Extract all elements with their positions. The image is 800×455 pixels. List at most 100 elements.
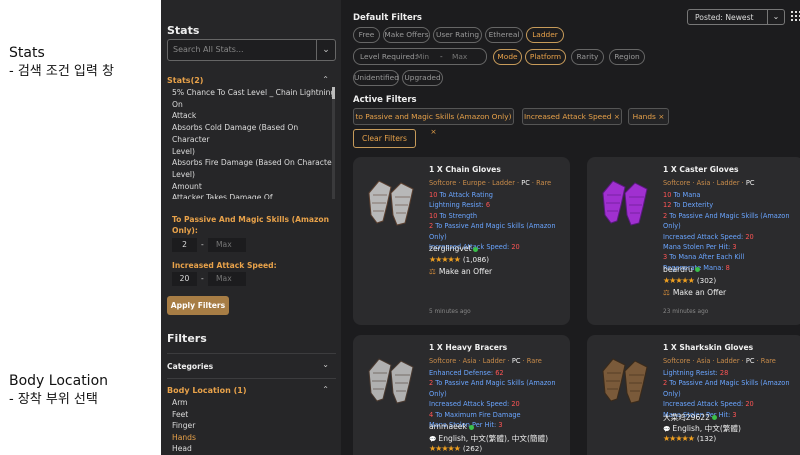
rating-count: (132) — [696, 433, 717, 443]
seller-name[interactable]: beardru — [663, 265, 700, 274]
seller-label[interactable]: 大菜鸡29622 — [663, 413, 710, 422]
scrollbar-thumb[interactable] — [332, 87, 335, 99]
make-offer-button[interactable]: ⚖ Make an Offer — [429, 267, 492, 276]
stat-option[interactable]: Attack — [172, 110, 336, 122]
stat-mod: Lightning Resist: 6 — [429, 200, 570, 210]
listing-card[interactable]: 1 X Chain Gloves Softcore · Europe · Ladd… — [353, 157, 570, 325]
chevron-up-icon[interactable]: ⌃ — [322, 385, 329, 394]
stat-option[interactable]: Level) — [172, 169, 336, 181]
mod-text: To Maximum Fire Damage — [433, 410, 521, 419]
stat-mod: 10 To Mana — [663, 190, 800, 200]
body-location-option[interactable]: Feet — [172, 410, 188, 419]
mod-value: 20 — [511, 243, 520, 252]
level-min-input[interactable]: Min — [416, 52, 429, 61]
listing-card[interactable]: 1 X Heavy Bracers Softcore · Asia · Ladde… — [353, 335, 570, 455]
annotation-subtitle: - 장착 부위 선택 — [9, 392, 98, 407]
offer-label: Make an Offer — [672, 287, 727, 297]
seller-name[interactable]: zerglingvet — [429, 244, 479, 253]
stat-mod: 10 To Strength — [429, 211, 570, 221]
online-status-icon — [711, 415, 717, 421]
seller-label[interactable]: ammaeek — [429, 422, 467, 431]
filter-chip[interactable]: Platform — [525, 49, 566, 65]
stat-mod: Lightning Resist: 28 — [663, 368, 800, 378]
filter-chip[interactable]: Region — [609, 49, 645, 65]
grid-view-icon[interactable] — [791, 11, 800, 21]
filter-chip[interactable]: Upgraded — [402, 70, 443, 86]
offer-icon: ⚖ — [429, 267, 436, 276]
listing-card[interactable]: 1 X Sharkskin Gloves Softcore · Asia · La… — [587, 335, 800, 455]
apply-filters-button[interactable]: Apply Filters — [167, 296, 229, 315]
filter-chip[interactable]: User Rating — [433, 27, 482, 43]
body-location-option[interactable]: Hands — [172, 433, 196, 442]
categories-accordion-header[interactable]: Categories — [167, 362, 213, 371]
filter-chip[interactable]: Ladder — [526, 27, 564, 43]
stats-search-input[interactable]: Search All Stats... ⌄ — [167, 39, 336, 61]
level-required-label: Level Required: — [360, 52, 418, 61]
seller-label[interactable]: zerglingvet — [429, 244, 471, 253]
active-filter-chip[interactable]: Increased Attack Speed × — [522, 108, 622, 125]
stars-icon: ★★★★★ — [663, 433, 695, 443]
stat-option[interactable]: Level) — [172, 146, 336, 158]
max-input[interactable]: Max — [208, 272, 246, 286]
stat-mod: Enhanced Defense: 62 — [429, 368, 570, 378]
rating-count: (302) — [696, 275, 717, 285]
chevron-down-icon[interactable]: ⌄ — [322, 360, 329, 369]
filter-chip[interactable]: Ethereal — [485, 27, 523, 43]
sort-select[interactable]: Posted: Newest ⌄ — [687, 9, 785, 25]
active-filter-chip[interactable]: Hands × — [628, 108, 669, 125]
range-label-attack-speed: Increased Attack Speed: — [172, 261, 277, 270]
make-offer-button[interactable]: ⚖ Make an Offer — [663, 288, 726, 297]
filter-chip[interactable]: Mode — [493, 49, 522, 65]
level-max-input[interactable]: Max — [452, 52, 467, 61]
body-location-accordion-header[interactable]: Body Location (1) — [167, 386, 246, 395]
mod-value: 20 — [745, 400, 754, 409]
mod-value: 20 — [511, 400, 520, 409]
listing-meta: Softcore · Europe · Ladder · PC · Rare — [429, 179, 552, 187]
min-input[interactable]: 2 — [172, 238, 197, 252]
stat-mod: 3 To Mana After Each Kill — [663, 252, 800, 262]
clear-filters-button[interactable]: Clear Filters — [353, 129, 416, 148]
stat-option[interactable]: Amount — [172, 181, 336, 193]
listing-title[interactable]: 1 X Heavy Bracers — [429, 343, 507, 352]
stat-option[interactable]: 5% Chance To Cast Level _ Chain Lightnin… — [172, 87, 336, 110]
min-input[interactable]: 20 — [172, 272, 197, 286]
scrollbar-track[interactable] — [332, 87, 335, 199]
annotation-title: Stats — [9, 45, 45, 61]
meta-tag: Ladder — [492, 179, 515, 187]
active-filters-title: Active Filters — [353, 95, 417, 105]
stat-mod: 12 To Dexterity — [663, 200, 800, 210]
mod-text: To Passive And Magic Skills (Amazon Only… — [429, 379, 556, 398]
filter-chip[interactable]: Rarity — [571, 49, 604, 65]
stat-option[interactable]: Absorbs Cold Damage (Based On Character — [172, 122, 336, 145]
stat-mod: Increased Attack Speed: 20 — [663, 232, 800, 242]
stat-option[interactable]: Absorbs Fire Damage (Based On Character — [172, 157, 336, 169]
chevron-down-icon[interactable]: ⌄ — [767, 10, 784, 24]
stat-option[interactable]: Attacker Takes Damage Of — [172, 192, 336, 199]
seller-name[interactable]: 大菜鸡29622 — [663, 412, 717, 423]
meta-tag: Asia — [696, 179, 711, 187]
filter-chip[interactable]: Unidentified — [353, 70, 399, 86]
stats-accordion-header[interactable]: Stats(2) — [167, 76, 203, 85]
body-location-option[interactable]: Head — [172, 444, 192, 453]
listing-card[interactable]: 1 X Caster Gloves Softcore · Asia · Ladde… — [587, 157, 800, 325]
seller-name[interactable]: ammaeek — [429, 422, 474, 431]
filter-chip[interactable]: Make Offers — [383, 27, 430, 43]
max-input[interactable]: Max — [208, 238, 246, 252]
active-filter-chip[interactable]: to Passive and Magic Skills (Amazon Only… — [353, 108, 514, 136]
body-location-option[interactable]: Finger — [172, 421, 195, 430]
seller-label[interactable]: beardru — [663, 265, 693, 274]
listing-title[interactable]: 1 X Chain Gloves — [429, 165, 501, 174]
mod-value: 8 — [725, 263, 730, 272]
mod-text: To Passive And Magic Skills (Amazon Only… — [663, 211, 790, 231]
item-image — [595, 349, 655, 409]
body-location-option[interactable]: Arm — [172, 398, 188, 407]
filter-chip[interactable]: Free — [353, 27, 380, 43]
listing-title[interactable]: 1 X Sharkskin Gloves — [663, 343, 753, 352]
chevron-down-icon[interactable]: ⌄ — [316, 40, 335, 60]
range-dash: - — [201, 274, 204, 283]
meta-tag: Softcore — [663, 357, 691, 365]
stat-mod: Increased Attack Speed: 20 — [429, 399, 570, 409]
mod-text: Increased Attack Speed: — [429, 400, 512, 409]
chevron-up-icon[interactable]: ⌃ — [322, 75, 329, 84]
listing-title[interactable]: 1 X Caster Gloves — [663, 165, 739, 174]
